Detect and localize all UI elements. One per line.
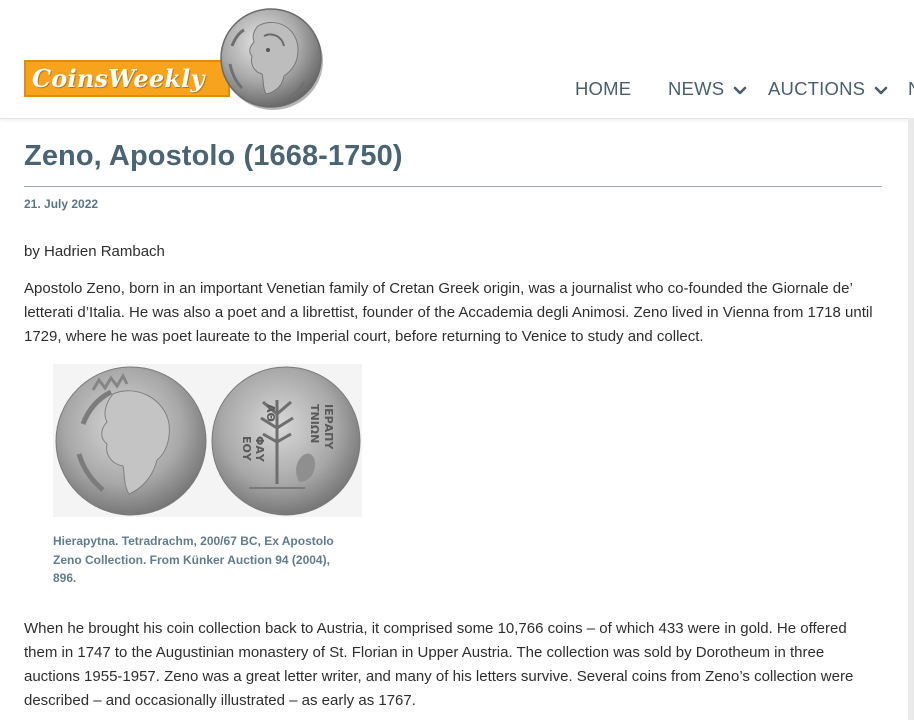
nav-more[interactable]: N	[908, 78, 914, 100]
article-title: Zeno, Apostolo (1668-1750)	[24, 140, 403, 172]
coin-inscription: ΕΟΥ	[240, 436, 253, 462]
article-date: 21. July 2022	[24, 197, 99, 211]
chevron-down-icon[interactable]	[733, 84, 747, 98]
chevron-down-icon[interactable]	[874, 84, 888, 98]
article-paragraph: Apostolo Zeno, born in an important Vene…	[24, 280, 873, 345]
coin-inscription: ΦΑΥ	[253, 436, 266, 463]
article-byline: by Hadrien Rambach	[24, 243, 165, 260]
nav-home[interactable]: HOME	[575, 78, 631, 100]
coin-inscription: ΑΘ	[264, 404, 277, 422]
page-scrollbar[interactable]	[908, 118, 914, 720]
article-paragraph: When he brought his coin collection back…	[24, 620, 854, 709]
silver-coin-icon[interactable]	[218, 6, 326, 112]
tetradrachm-image: ΙΕΡΑΠΥΤΝΙΩΝ ΑΘ ΦΑΥΕΟΥ	[53, 364, 362, 517]
title-divider	[24, 186, 882, 187]
site-header: CoinsWeekly HOME NEWS AUCTIONS N	[0, 0, 914, 119]
nav-news[interactable]: NEWS	[668, 78, 724, 100]
figure-caption: Hierapytna. Tetradrachm, 200/67 BC, Ex A…	[53, 534, 334, 585]
coin-inscription: ΙΕΡΑΠΥ	[322, 404, 335, 450]
logo-text: CoinsWeekly	[32, 64, 205, 93]
coin-inscription: ΤΝΙΩΝ	[308, 404, 321, 443]
nav-auctions[interactable]: AUCTIONS	[768, 78, 865, 100]
coin-figure[interactable]: ΙΕΡΑΠΥ ΤΝΙΩΝ ΑΘ ΦΑΥ ΕΟΥ	[53, 364, 362, 517]
site-logo[interactable]: CoinsWeekly	[24, 60, 230, 97]
